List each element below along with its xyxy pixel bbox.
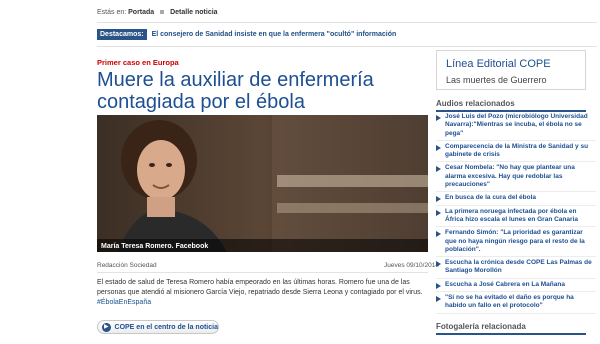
audio-item-label: En busca de la cura del ébola [445, 194, 537, 202]
featured-tag: Destacamos: [97, 28, 147, 40]
audio-item-label: Escucha a José Cabrera en La Mañana [445, 280, 565, 288]
play-icon: ▶ [102, 322, 111, 332]
breadcrumb-prefix: Estás en: [97, 9, 127, 16]
featured-divider [97, 46, 597, 47]
audio-item-label: Escucha la crónica desde COPE Las Palmas… [445, 259, 592, 275]
byline-divider [97, 272, 428, 273]
photo-caption: María Teresa Romero. Facebook [101, 243, 209, 250]
breadcrumb-item-current: Detalle noticia [170, 9, 218, 16]
audio-item-label: La primera noruega infectada por ébola e… [445, 207, 578, 223]
audio-item[interactable]: Cesar Nombela: "No hay que plantear una … [436, 164, 596, 193]
audio-item[interactable]: La primera noruega infectada por ébola e… [436, 208, 596, 228]
breadcrumb-item-portada[interactable]: Portada [128, 9, 154, 16]
editorial-subtitle[interactable]: Las muertes de Guerrero [446, 75, 547, 85]
article-headline: Muere la auxiliar de enfermería contagia… [97, 69, 374, 113]
article-date: Jueves 09/10/2014 [384, 262, 439, 269]
audio-item-label: Fernando Simón: "La prioridad es garanti… [445, 229, 585, 253]
editorial-title: Línea Editorial COPE [446, 58, 551, 70]
arrow-bullet-icon [436, 282, 441, 289]
audio-item[interactable]: José Luis del Pozo (microbiólogo Univers… [436, 113, 596, 141]
photogallery-heading: Fotogalería relacionada [436, 322, 586, 335]
audio-item[interactable]: "Si no se ha evitado el daño es porque h… [436, 294, 596, 314]
audio-item[interactable]: Escucha la crónica desde COPE Las Palmas… [436, 259, 596, 279]
arrow-bullet-icon [436, 144, 441, 151]
audio-item[interactable]: En busca de la cura del ébola [436, 194, 596, 206]
article-body-text: El estado de salud de Teresa Romero habí… [97, 279, 423, 296]
article-hashtag[interactable]: #ÉbolaEnEspaña [97, 299, 151, 306]
breadcrumb: Estás en: Portada Detalle noticia [97, 9, 218, 16]
audio-list: José Luis del Pozo (microbiólogo Univers… [436, 113, 596, 316]
arrow-bullet-icon [436, 115, 441, 121]
article-body: El estado de salud de Teresa Romero habí… [97, 278, 427, 308]
cope-news-button[interactable]: ▶ COPE en el centro de la noticia [97, 320, 219, 334]
audio-item[interactable]: Comparecencia de la Ministra de Sanidad … [436, 143, 596, 163]
audio-item-label: José Luis del Pozo (microbiólogo Univers… [445, 113, 588, 137]
audio-item[interactable]: Escucha a José Cabrera en La Mañana [436, 280, 596, 293]
photo-illustration [97, 115, 428, 252]
featured-link[interactable]: El consejero de Sanidad insiste en que l… [152, 31, 397, 38]
audios-heading: Audios relacionados [436, 99, 586, 112]
featured-bar: Destacamos: El consejero de Sanidad insi… [97, 27, 396, 41]
arrow-bullet-icon [436, 261, 441, 268]
audio-item-label: "Si no se ha evitado el daño es porque h… [445, 294, 574, 310]
arrow-bullet-icon [436, 196, 441, 203]
editorial-box[interactable]: Línea Editorial COPE Las muertes de Guer… [436, 50, 586, 90]
audio-item-label: Comparecencia de la Ministra de Sanidad … [445, 142, 589, 159]
arrow-bullet-icon [436, 231, 441, 238]
arrow-bullet-icon [436, 209, 441, 216]
article-byline: Redacción Sociedad [97, 262, 157, 269]
cope-news-button-label: COPE en el centro de la noticia [114, 323, 218, 331]
audio-item[interactable]: Fernando Simón: "La prioridad es garanti… [436, 229, 596, 258]
arrow-bullet-icon [436, 166, 441, 173]
breadcrumb-divider [97, 22, 597, 23]
article-kicker: Primer caso en Europa [97, 58, 179, 67]
article-photo: María Teresa Romero. Facebook [97, 115, 428, 252]
breadcrumb-separator-icon [160, 10, 165, 15]
arrow-bullet-icon [436, 296, 441, 303]
audio-item-label: Cesar Nombela: "No hay que plantear una … [445, 164, 575, 189]
